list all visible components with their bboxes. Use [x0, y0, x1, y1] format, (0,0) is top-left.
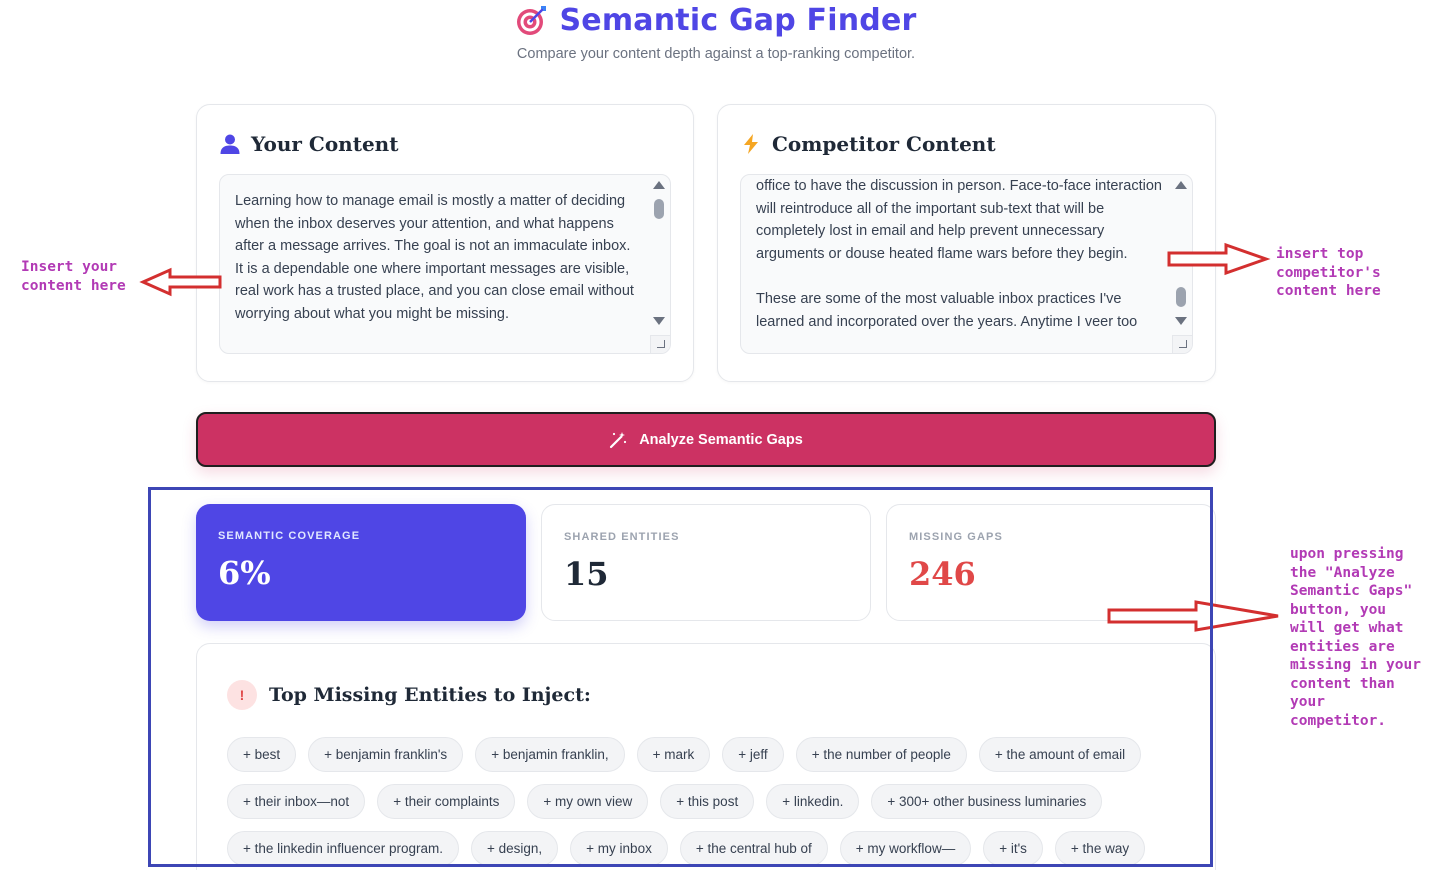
target-dart-icon	[515, 3, 549, 37]
missing-entity-chip[interactable]: + their complaints	[377, 784, 516, 819]
missing-entity-chip[interactable]: + my workflow—	[839, 831, 972, 866]
shared-entities-value: 15	[564, 555, 609, 593]
annotation-insert-competitor-content: insert top competitor's content here	[1276, 246, 1381, 299]
page-header: Semantic Gap Finder Compare your content…	[0, 0, 1432, 70]
missing-entity-chip[interactable]: + the way	[1054, 831, 1146, 866]
missing-entity-chip[interactable]: + mark	[636, 737, 711, 772]
your-content-scrollbar[interactable]	[648, 175, 670, 353]
your-content-header: Your Content	[219, 132, 398, 156]
your-content-textarea[interactable]: Learning how to manage email is mostly a…	[219, 174, 671, 354]
missing-entity-chip[interactable]: + my inbox	[570, 831, 668, 866]
semantic-coverage-label: SEMANTIC COVERAGE	[218, 530, 361, 542]
competitor-content-label: Competitor Content	[772, 132, 996, 156]
analyze-button-label: Analyze Semantic Gaps	[639, 431, 803, 448]
scroll-down-icon[interactable]	[653, 317, 665, 325]
missing-entity-chip[interactable]: + this post	[660, 784, 755, 819]
annotation-right-arrow-icon	[1167, 242, 1271, 276]
missing-entities-title: Top Missing Entities to Inject:	[269, 684, 591, 706]
missing-entities-chip-list: + best + benjamin franklin's + benjamin fr…	[227, 737, 1187, 866]
annotation-analyze-explanation: upon pressing the "Analyze Semantic Gaps…	[1290, 546, 1421, 729]
competitor-content-text: office to have the discussion in person.…	[756, 178, 1162, 330]
scroll-thumb[interactable]	[654, 199, 664, 219]
missing-entity-chip[interactable]: + it's	[983, 831, 1043, 866]
missing-entities-card: ! Top Missing Entities to Inject: + best…	[196, 643, 1216, 870]
your-content-text: Learning how to manage email is mostly a…	[235, 193, 638, 322]
missing-gaps-label: MISSING GAPS	[909, 531, 1003, 543]
magic-wand-icon	[609, 431, 627, 449]
missing-entity-chip[interactable]: + the linkedin influencer program.	[227, 831, 459, 866]
missing-entity-chip[interactable]: + 300+ other business luminaries	[871, 784, 1103, 819]
page-title: Semantic Gap Finder	[559, 2, 917, 38]
missing-entity-chip[interactable]: + best	[227, 737, 297, 772]
shared-entities-stat: SHARED ENTITIES 15	[541, 504, 871, 621]
annotation-results-arrow-icon	[1107, 600, 1279, 632]
title-row: Semantic Gap Finder	[0, 0, 1432, 40]
scroll-down-icon[interactable]	[1175, 317, 1187, 325]
missing-entities-header: ! Top Missing Entities to Inject:	[227, 680, 591, 710]
missing-entity-chip[interactable]: + jeff	[722, 737, 784, 772]
analyze-semantic-gaps-button[interactable]: Analyze Semantic Gaps	[196, 412, 1216, 467]
missing-entity-chip[interactable]: + my own view	[527, 784, 649, 819]
annotation-left-arrow-icon	[139, 267, 222, 297]
shared-entities-label: SHARED ENTITIES	[564, 531, 680, 543]
lightning-bolt-icon	[740, 133, 762, 155]
missing-entity-chip[interactable]: + design,	[471, 831, 559, 866]
missing-entity-chip[interactable]: + linkedin.	[766, 784, 860, 819]
semantic-coverage-value: 6%	[218, 554, 271, 592]
competitor-content-header: Competitor Content	[740, 132, 996, 156]
competitor-content-card: Competitor Content office to have the di…	[717, 104, 1216, 382]
missing-entity-chip[interactable]: + their inbox—not	[227, 784, 366, 819]
your-content-label: Your Content	[251, 132, 399, 156]
missing-entity-chip[interactable]: + benjamin franklin,	[475, 737, 625, 772]
missing-entity-chip[interactable]: + the amount of email	[978, 737, 1142, 772]
missing-entity-chip[interactable]: + the number of people	[795, 737, 967, 772]
scroll-up-icon[interactable]	[653, 181, 665, 189]
scroll-up-icon[interactable]	[1175, 181, 1187, 189]
competitor-content-textarea[interactable]: office to have the discussion in person.…	[740, 174, 1193, 354]
your-content-card: Your Content Learning how to manage emai…	[196, 104, 694, 382]
alert-icon: !	[227, 680, 257, 710]
resize-handle-icon[interactable]	[650, 335, 670, 353]
missing-entity-chip[interactable]: + benjamin franklin's	[308, 737, 464, 772]
user-icon	[219, 133, 241, 155]
scroll-thumb[interactable]	[1176, 287, 1186, 307]
resize-handle-icon[interactable]	[1172, 335, 1192, 353]
missing-gaps-value: 246	[909, 555, 976, 593]
annotation-insert-your-content: Insert your content here	[21, 259, 126, 294]
page-subtitle: Compare your content depth against a top…	[516, 46, 916, 62]
missing-entity-chip[interactable]: + the central hub of	[679, 831, 828, 866]
semantic-coverage-stat: SEMANTIC COVERAGE 6%	[196, 504, 526, 621]
